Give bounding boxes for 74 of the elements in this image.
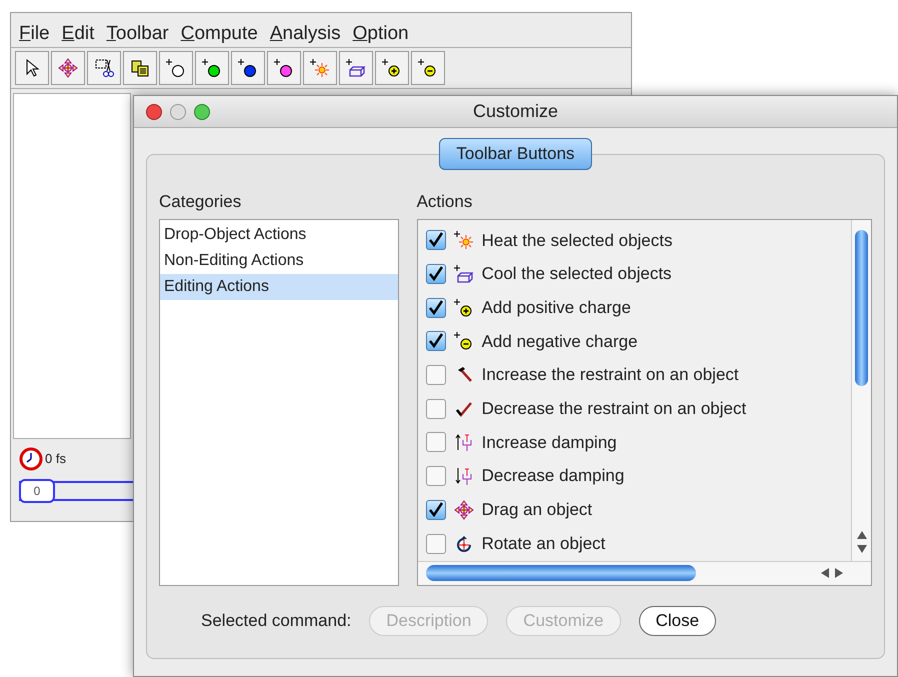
- menu-item[interactable]: Toolbar: [106, 20, 169, 48]
- scroll-up-icon[interactable]: [856, 530, 866, 538]
- plus-charge-icon: [382, 58, 402, 78]
- add-atom-icon: [238, 58, 258, 78]
- action-label: Rotate an object: [482, 532, 606, 555]
- category-item[interactable]: Drop-Object Actions: [160, 222, 398, 248]
- close-window-icon[interactable]: [146, 104, 162, 120]
- checkbox[interactable]: [426, 534, 446, 554]
- box-icon: [346, 58, 366, 78]
- checkbox[interactable]: [426, 298, 446, 318]
- action-label: Increase damping: [482, 432, 617, 454]
- vertical-scrollbar[interactable]: [851, 220, 871, 560]
- action-label: Cool the selected objects: [482, 263, 672, 286]
- slider-thumb[interactable]: 0: [19, 479, 55, 503]
- menu-item[interactable]: File: [19, 20, 50, 48]
- time-display: 0 fs: [45, 450, 66, 468]
- checkbox[interactable]: [426, 432, 446, 452]
- categories-label: Categories: [159, 191, 242, 213]
- dialog-button[interactable]: Close: [638, 606, 716, 636]
- window-title: Customize: [472, 100, 558, 123]
- action-label: Heat the selected objects: [482, 230, 672, 252]
- menu-item[interactable]: Option: [352, 20, 409, 48]
- action-label: Increase the restraint on an object: [482, 364, 739, 386]
- action-label: Add positive charge: [482, 296, 631, 319]
- checkbox[interactable]: [426, 466, 446, 486]
- sun-icon: [454, 230, 474, 250]
- action-label: Drag an object: [482, 499, 592, 522]
- action-label: Add negative charge: [482, 330, 638, 353]
- selected-command-label: Selected command:: [201, 610, 352, 632]
- menu-item[interactable]: Compute: [180, 20, 258, 48]
- minus-charge-icon: [454, 331, 474, 352]
- zoom-window-icon[interactable]: [194, 104, 210, 120]
- menu-item[interactable]: Analysis: [270, 20, 341, 48]
- toolbar-button[interactable]: [195, 51, 229, 85]
- four-way-arrow-icon: [58, 58, 78, 78]
- damper-up-icon: [454, 432, 474, 452]
- toolbar-button[interactable]: [339, 51, 373, 85]
- action-label: Decrease the restraint on an object: [482, 398, 746, 420]
- sun-icon: [310, 58, 330, 78]
- add-atom-icon: [274, 58, 294, 78]
- plus-charge-icon: [454, 298, 474, 318]
- toolbar-button[interactable]: [15, 51, 49, 85]
- toolbar-button[interactable]: [267, 51, 301, 85]
- minus-charge-icon: [418, 58, 438, 78]
- horizontal-scrollbar[interactable]: [418, 560, 871, 584]
- checkbox[interactable]: [426, 264, 446, 284]
- toolbar-button[interactable]: [87, 51, 121, 85]
- menu-item[interactable]: Edit: [62, 20, 94, 48]
- add-atom-icon: [166, 58, 186, 78]
- tab[interactable]: Toolbar Buttons: [439, 138, 592, 170]
- action-label: Decrease damping: [482, 465, 624, 488]
- scissors-selection-icon: [94, 58, 114, 78]
- category-item[interactable]: Editing Actions: [160, 274, 398, 300]
- checkbox[interactable]: [426, 331, 446, 352]
- checkbox[interactable]: [426, 230, 446, 250]
- clock-icon: [19, 447, 43, 471]
- scroll-right-icon[interactable]: [835, 568, 843, 578]
- actions-label: Actions: [416, 191, 474, 213]
- damper-down-icon: [454, 466, 474, 486]
- toolbar-button[interactable]: [159, 51, 193, 85]
- checkbox[interactable]: [426, 398, 446, 419]
- toolbar-button[interactable]: [231, 51, 265, 85]
- toolbar-button[interactable]: [375, 51, 409, 85]
- documents-icon: [130, 58, 150, 78]
- add-atom-icon: [202, 58, 222, 78]
- category-item[interactable]: Non-Editing Actions: [160, 248, 398, 274]
- four-way-arrow-icon: [454, 500, 474, 520]
- scroll-left-icon[interactable]: [821, 568, 829, 578]
- scroll-down-icon[interactable]: [856, 544, 866, 552]
- toolbar-button[interactable]: [411, 51, 445, 85]
- checkbox[interactable]: [426, 500, 446, 520]
- toolbar-button[interactable]: [123, 51, 157, 85]
- box-icon: [454, 264, 474, 284]
- checkbox[interactable]: [426, 365, 446, 386]
